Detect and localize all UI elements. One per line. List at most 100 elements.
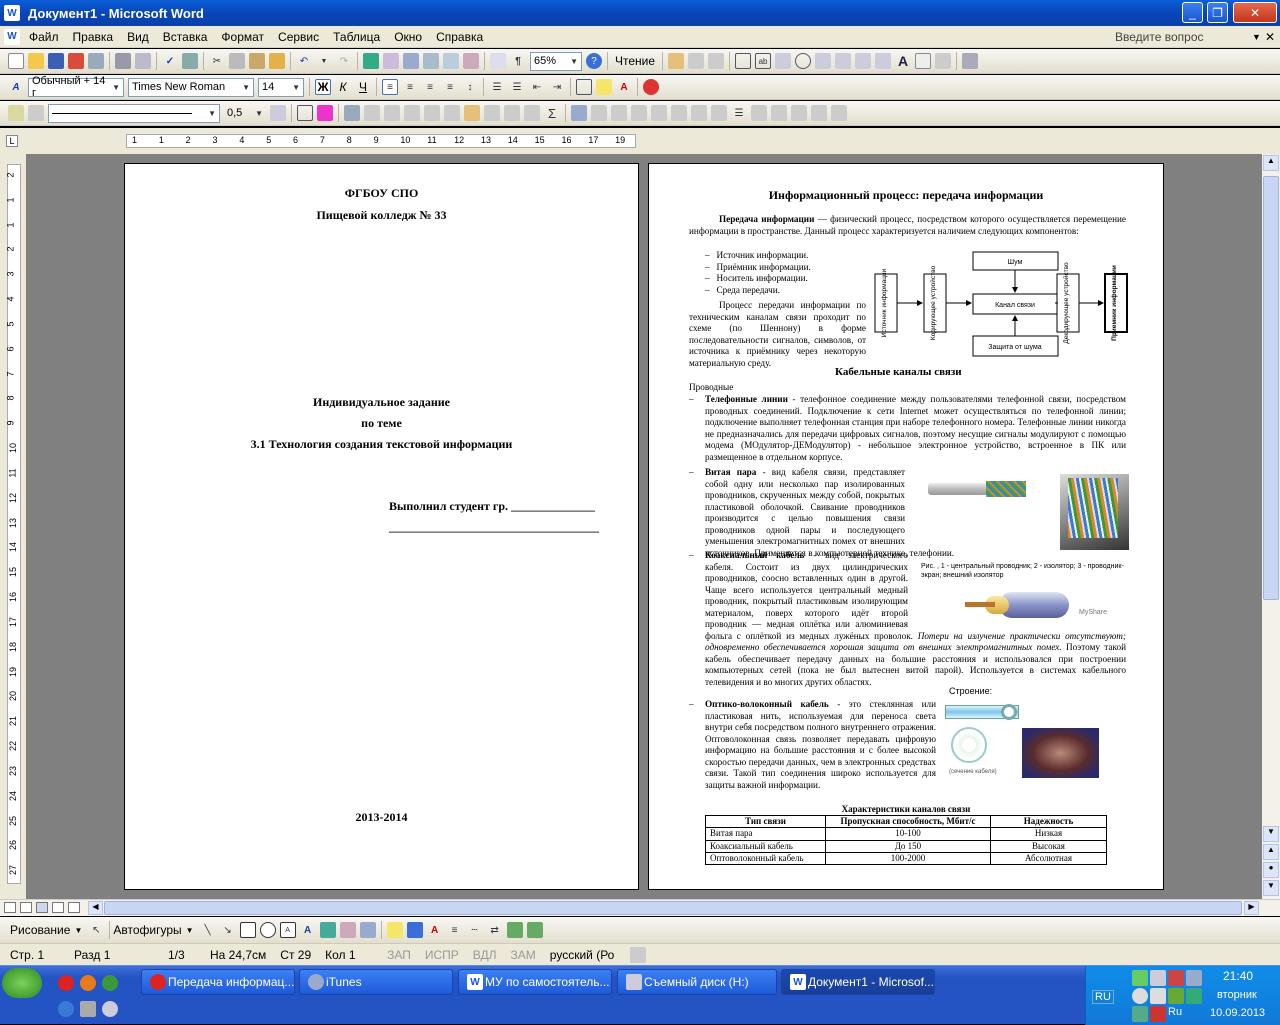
contrast-up-icon[interactable] [611, 105, 627, 121]
line-style-icon[interactable]: ☰ [731, 105, 747, 121]
menu-file[interactable]: Файл [22, 30, 66, 44]
decrease-indent-icon[interactable]: ⇤ [529, 79, 545, 95]
task-itunes[interactable]: iTunes [299, 969, 453, 995]
browse-object-icon[interactable]: ● [1263, 862, 1279, 878]
drawing-icon[interactable] [463, 53, 479, 69]
maximize-button[interactable]: ❐ [1207, 2, 1228, 23]
color-icon[interactable] [591, 105, 607, 121]
outline-view-icon[interactable] [52, 902, 64, 913]
increase-indent-icon[interactable]: ⇥ [549, 79, 565, 95]
font-size-select[interactable]: 14 ▼ [258, 77, 304, 97]
email-icon[interactable] [88, 53, 104, 69]
format-painter-icon[interactable] [269, 53, 285, 69]
tray-usb-icon[interactable] [1150, 988, 1166, 1004]
distribute-cols-icon[interactable] [444, 105, 460, 121]
utorrent-icon[interactable] [102, 975, 118, 991]
tray-security-icon[interactable] [1132, 1006, 1148, 1022]
tray-disk-icon[interactable] [1132, 988, 1148, 1004]
arrow-style-icon[interactable]: ⇄ [487, 922, 503, 938]
underline-icon[interactable]: Ч [355, 79, 371, 95]
frame-icon[interactable] [815, 53, 832, 69]
tools-icon[interactable] [962, 53, 979, 69]
tab-selector-icon[interactable]: L [6, 135, 18, 147]
open-icon[interactable] [28, 53, 44, 69]
insert-table2-icon[interactable] [344, 105, 360, 121]
insert-excel-icon[interactable] [423, 53, 439, 69]
next-page-icon[interactable]: ▼ [1263, 880, 1279, 896]
tray-volume-icon[interactable] [1150, 970, 1166, 986]
paste-icon[interactable] [249, 53, 265, 69]
save-icon[interactable] [48, 53, 64, 69]
tray-lang2[interactable]: Ru [1168, 1006, 1182, 1018]
tray-antivirus-icon[interactable] [1150, 1006, 1166, 1022]
align-right-icon[interactable]: ≡ [422, 79, 438, 95]
print-icon[interactable] [115, 53, 131, 69]
line-icon[interactable]: ╲ [200, 922, 216, 938]
track-changes-icon[interactable] [668, 53, 685, 69]
autoshapes-menu[interactable]: Автофигуры [113, 923, 181, 937]
wordart-icon[interactable]: A [895, 53, 911, 69]
reading-view-icon[interactable] [68, 902, 80, 913]
transparent-icon[interactable] [811, 105, 827, 121]
fill-color-icon[interactable] [386, 922, 403, 938]
text-direction-icon[interactable] [484, 105, 500, 121]
menu-format[interactable]: Формат [214, 30, 271, 44]
minimize-button[interactable]: _ [1182, 2, 1203, 23]
copy-icon[interactable] [229, 53, 245, 69]
scroll-thumb[interactable] [1263, 176, 1279, 600]
autoformat-icon[interactable] [464, 105, 480, 121]
horizontal-ruler[interactable]: L 1 1 2 3 4 5 6 7 8 9 10 11 12 13 14 15 16 17 19 [0, 128, 1280, 154]
new-icon[interactable] [8, 53, 24, 69]
prev-page-icon[interactable]: ▲ [1263, 844, 1279, 860]
firefox-icon[interactable] [80, 975, 96, 991]
scroll-up-icon[interactable]: ▲ [1263, 155, 1279, 171]
oval-icon[interactable] [259, 922, 276, 938]
bold-icon[interactable]: Ж [315, 79, 331, 95]
borders-icon[interactable] [576, 79, 592, 95]
styles-icon[interactable]: A [8, 79, 24, 95]
wrap-icon[interactable] [771, 105, 787, 121]
select-pointer-icon[interactable]: ↖ [88, 922, 104, 938]
rotate-icon[interactable] [711, 105, 727, 121]
menu-help[interactable]: Справка [429, 30, 490, 44]
hyperlink-icon[interactable] [363, 53, 379, 69]
text-color-icon[interactable]: A [427, 922, 443, 938]
columns-icon[interactable] [443, 53, 459, 69]
image-icon[interactable] [915, 53, 932, 69]
border-color-icon[interactable] [270, 105, 286, 121]
spin-icon[interactable] [855, 53, 872, 69]
word-app-icon[interactable]: W [4, 5, 20, 21]
line-width-select[interactable]: 0,5 ▼ [224, 104, 266, 123]
vertical-scrollbar[interactable]: ▲ ▼ ▲ ● ▼ [1262, 154, 1280, 899]
clock-time[interactable]: 21:40 [1223, 969, 1253, 983]
start-button[interactable] [2, 968, 42, 998]
task-removable-disk[interactable]: Съемный диск (H:) [617, 969, 777, 995]
menu-table[interactable]: Таблица [326, 30, 387, 44]
outside-border-icon[interactable] [297, 105, 313, 121]
checkbox-field-icon[interactable] [735, 53, 752, 69]
tray-app-icon[interactable] [1186, 988, 1202, 1004]
web-view-icon[interactable] [20, 902, 32, 913]
menu-window[interactable]: Окно [387, 30, 429, 44]
wordart2-icon[interactable]: A [300, 922, 316, 938]
doc-icon[interactable]: W [4, 28, 20, 45]
status-language[interactable]: русский (Ро [550, 948, 615, 962]
hscroll-thumb[interactable] [104, 901, 1242, 915]
align-cell-icon[interactable] [404, 105, 420, 121]
task-opera[interactable]: Передача информац... [141, 969, 295, 995]
tray-display-icon[interactable] [1186, 970, 1202, 986]
3d-icon[interactable] [526, 922, 543, 938]
document-area[interactable]: ФГБОУ СПО Пищевой колледж № 33 Индивидуа… [26, 154, 1262, 899]
spelling-status-icon[interactable] [630, 946, 647, 963]
scroll-left-icon[interactable]: ◀ [88, 901, 103, 915]
record-icon[interactable] [643, 79, 659, 95]
radio-field-icon[interactable] [795, 53, 812, 69]
textbox-icon[interactable]: A [279, 922, 296, 938]
line-weight-icon[interactable]: ≡ [447, 922, 463, 938]
tray-network-icon[interactable] [1132, 970, 1148, 986]
vertical-ruler[interactable]: 2 1 1 2 3 4 5 6 7 8 9 10 11 12 13 14 15 16 17 18 19 20 21 22 23 2… [0, 154, 26, 899]
print-view-icon[interactable] [36, 902, 48, 913]
drawing-menu[interactable]: Рисование [10, 923, 70, 937]
italic-icon[interactable]: К [335, 79, 351, 95]
line-color-icon[interactable] [406, 922, 423, 938]
